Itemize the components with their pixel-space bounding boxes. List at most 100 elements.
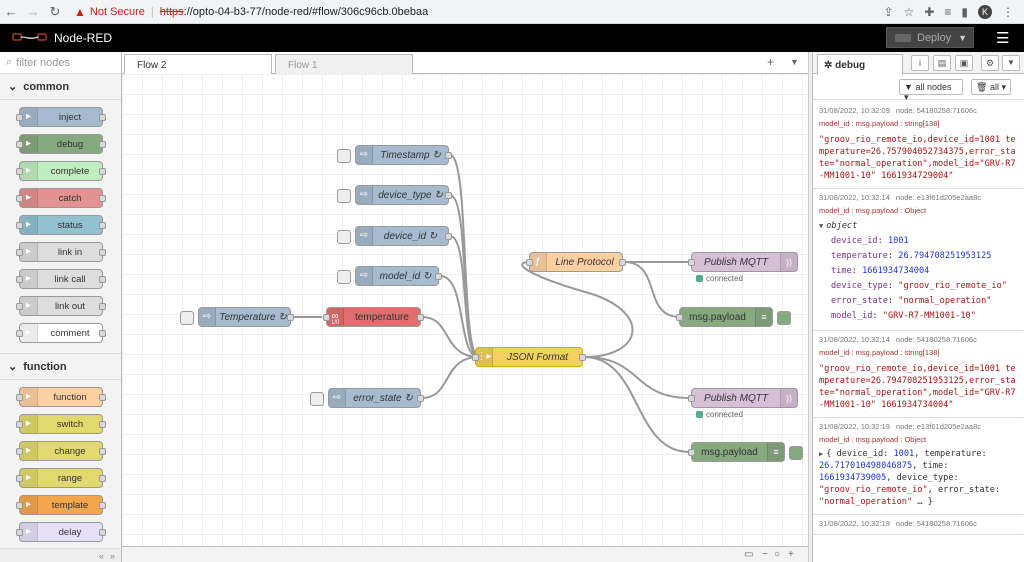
inject-node-timestamp[interactable]: ⇨ Timestamp ↻ — [337, 145, 452, 165]
caret-down-icon[interactable]: ▼ — [819, 222, 823, 230]
output-port[interactable] — [417, 314, 424, 321]
reload-icon[interactable]: ↻ — [44, 4, 66, 20]
debug-clear-button[interactable]: 🗑 all ▾ — [971, 79, 1011, 95]
palette-node-status[interactable]: ▸ status — [16, 215, 106, 235]
collapsed-object[interactable]: ▶{ device_id: 1001, temperature: 26.7170… — [819, 448, 1017, 508]
caret-right-icon[interactable]: ▶ — [819, 450, 823, 458]
object-field[interactable]: model_id: "GRV-R7-MM1001-10" — [831, 309, 1017, 324]
output-port[interactable] — [287, 314, 294, 321]
palette-node-delay[interactable]: ▸ delay — [16, 522, 106, 542]
palette-node-debug[interactable]: ▸ debug — [16, 134, 106, 154]
palette-node-comment[interactable]: ▸ comment — [16, 323, 106, 343]
template-node-json-format[interactable]: ⋮▸ JSON Format — [472, 347, 586, 367]
mqtt-out-node-1[interactable]: Publish MQTT )) — [688, 252, 798, 272]
input-port[interactable] — [688, 449, 695, 456]
output-port[interactable] — [435, 273, 442, 280]
message-payload[interactable]: "groov_rio_remote_io,device_id=1001 temp… — [819, 363, 1017, 411]
sidebar-dropdown-icon[interactable]: ▼ — [1002, 55, 1020, 71]
palette-filter-input[interactable]: filter nodes — [16, 57, 70, 69]
mqtt-out-node-2[interactable]: Publish MQTT )) — [688, 388, 798, 408]
inject-button[interactable] — [337, 270, 351, 284]
object-field[interactable]: temperature: 26.794708251953125 — [831, 249, 1017, 264]
zoom-in-icon[interactable]: + — [788, 549, 794, 560]
palette-node-catch[interactable]: ▸ catch — [16, 188, 106, 208]
debug-message[interactable]: 31/08/2022, 10:32:14 node: 54180258.71606… — [813, 331, 1023, 418]
message-node[interactable]: node: 54180258.71606c — [896, 106, 977, 115]
palette-node-inject[interactable]: ▸ inject — [16, 107, 106, 127]
object-header[interactable]: ▼ object — [819, 219, 1017, 234]
profile-avatar[interactable]: K — [978, 4, 992, 19]
extensions-icon[interactable]: ✚ — [924, 5, 934, 19]
object-field[interactable]: device_type: "groov_rio_remote_io" — [831, 279, 1017, 294]
debug-message[interactable]: 31/08/2022, 10:32:19 node: e13f61d205e2aa… — [813, 418, 1023, 515]
tab-flow-2[interactable]: Flow 2 — [124, 54, 272, 76]
palette-category-function[interactable]: ⌄ function — [0, 354, 121, 380]
deploy-button[interactable]: Deploy ▼ — [886, 27, 974, 48]
input-port[interactable] — [676, 314, 683, 321]
reading-list-icon[interactable]: ≡ — [944, 5, 951, 19]
inject-node-temperature[interactable]: ⇨ Temperature ↻ — [180, 307, 294, 327]
bookmark-star-icon[interactable]: ☆ — [904, 5, 915, 19]
flow-canvas[interactable]: ⇨ Timestamp ↻ ⇨ device_type ↻ ⇨ device_i… — [122, 74, 808, 546]
palette-filter[interactable]: ⌕ filter nodes — [0, 52, 121, 74]
output-port[interactable] — [619, 259, 626, 266]
main-menu-icon[interactable]: ☰ — [996, 29, 1009, 47]
output-port[interactable] — [445, 233, 452, 240]
debug-node-1[interactable]: msg.payload ≡ — [676, 307, 791, 327]
inject-node-device-id[interactable]: ⇨ device_id ↻ — [337, 226, 452, 246]
input-port[interactable] — [472, 354, 479, 361]
palette-node-change[interactable]: ▸ change — [16, 441, 106, 461]
tab-debug[interactable]: ✲ debug — [817, 54, 903, 75]
expand-all-icon[interactable]: » — [110, 551, 115, 561]
palette-node-range[interactable]: ▸ range — [16, 468, 106, 488]
input-port[interactable] — [688, 395, 695, 402]
inject-node-model-id[interactable]: ⇨ model_id ↻ — [337, 266, 442, 286]
message-node[interactable]: node: 54180258.71606c — [896, 519, 977, 528]
inject-node-error-state[interactable]: ⇨ error_state ↻ — [310, 388, 424, 408]
add-flow-icon[interactable]: + — [767, 55, 774, 69]
map-icon[interactable]: ▭ — [744, 549, 753, 560]
output-port[interactable] — [579, 354, 586, 361]
browser-menu-icon[interactable]: ⋮ — [1002, 5, 1014, 19]
settings-gear-icon[interactable]: ⚙ — [981, 55, 999, 71]
inject-button[interactable] — [180, 311, 194, 325]
debug-message[interactable]: 31/08/2022, 10:32:09 node: 54180258.71606… — [813, 102, 1023, 189]
address-bar[interactable]: ▲ Not Secure | https ://opto-04-b3-77/no… — [74, 2, 428, 22]
back-icon[interactable]: ← — [0, 4, 22, 19]
tab-list-icon[interactable]: ▼ — [790, 57, 799, 67]
input-port[interactable] — [688, 259, 695, 266]
object-field[interactable]: error_state: "normal_operation" — [831, 294, 1017, 309]
input-port[interactable] — [323, 314, 330, 321]
message-node[interactable]: node: 54180258.71606c — [896, 335, 977, 344]
zoom-reset-icon[interactable]: ○ — [774, 549, 780, 560]
message-node[interactable]: node: e13f61d205e2aa8c — [896, 193, 981, 202]
subflow-node-temperature[interactable]: ∞ 1/0 temperature — [323, 307, 424, 327]
debug-toggle-button[interactable] — [777, 311, 791, 325]
collapse-all-icon[interactable]: « — [99, 551, 104, 561]
debug-message[interactable]: 31/08/2022, 10:32:19 node: 54180258.71606… — [813, 515, 1023, 535]
input-port[interactable] — [526, 259, 533, 266]
tab-flow-1[interactable]: Flow 1 — [275, 54, 413, 75]
palette-node-link-call[interactable]: ▸ link call — [16, 269, 106, 289]
inject-node-device-type[interactable]: ⇨ device_type ↻ — [337, 185, 452, 205]
forward-icon[interactable]: → — [22, 4, 44, 19]
output-port[interactable] — [445, 152, 452, 159]
function-node-line-protocol[interactable]: ƒ Line Protocol — [526, 252, 626, 272]
inject-button[interactable] — [310, 392, 324, 406]
palette-node-template[interactable]: ▸ template — [16, 495, 106, 515]
inject-button[interactable] — [337, 230, 351, 244]
deploy-dropdown-icon[interactable]: ▼ — [958, 33, 967, 43]
debug-node-2[interactable]: msg.payload ≡ — [688, 442, 803, 462]
palette-node-link-in[interactable]: ▸ link in — [16, 242, 106, 262]
inject-button[interactable] — [337, 189, 351, 203]
debug-toggle-button[interactable] — [789, 446, 803, 460]
output-port[interactable] — [445, 192, 452, 199]
palette-category-common[interactable]: ⌄ common — [0, 74, 121, 100]
help-book-icon[interactable]: ▤ — [933, 55, 951, 71]
palette-node-complete[interactable]: ▸ complete — [16, 161, 106, 181]
palette-node-switch[interactable]: ▸ switch — [16, 414, 106, 434]
debug-message[interactable]: 31/08/2022, 10:32:14 node: e13f61d205e2aa… — [813, 189, 1023, 331]
palette-node-function[interactable]: ▸ function — [16, 387, 106, 407]
sidepanel-icon[interactable]: ▮ — [961, 5, 968, 19]
share-icon[interactable]: ⇪ — [883, 5, 893, 19]
